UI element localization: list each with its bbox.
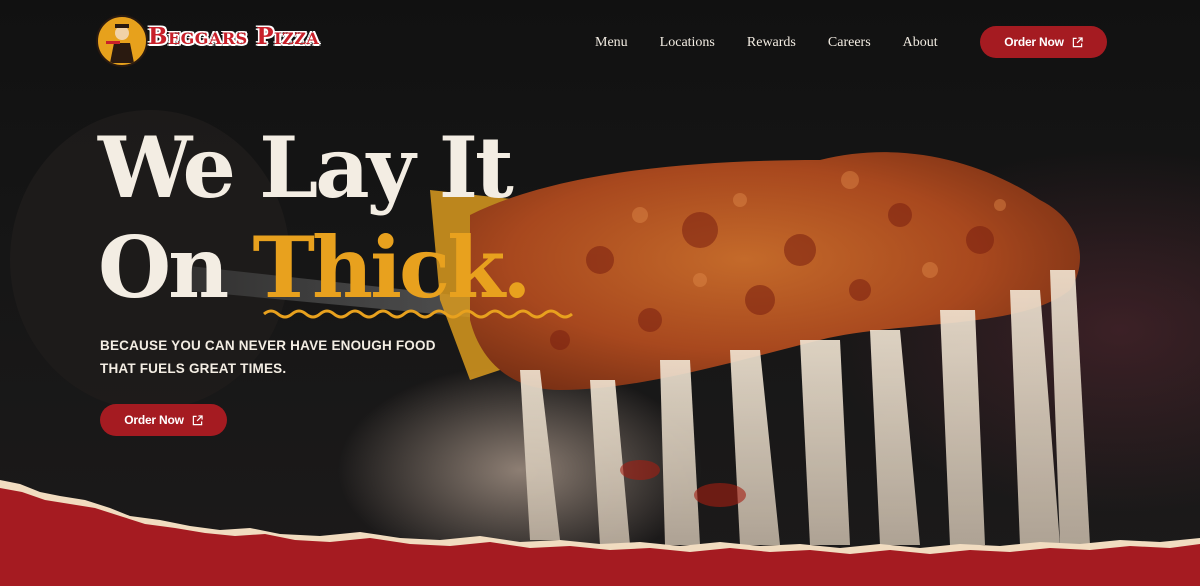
headline-accent: Thick. — [252, 218, 532, 317]
nav-link-menu[interactable]: Menu — [595, 35, 628, 51]
headline-line-1: We Lay It — [98, 118, 514, 217]
nav-link-rewards[interactable]: Rewards — [747, 35, 796, 51]
hero-tagline: Because you can never have enough food t… — [100, 338, 436, 376]
nav-order-now-button[interactable]: Order Now — [980, 26, 1107, 58]
nav-order-now-label: Order Now — [1004, 35, 1064, 49]
nav-link-careers[interactable]: Careers — [828, 35, 871, 51]
nav-link-locations[interactable]: Locations — [660, 35, 715, 51]
hero-order-now-label: Order Now — [124, 413, 184, 427]
hero-order-now-button[interactable]: Order Now — [100, 404, 227, 436]
hero-section: Beggars Pizza Menu Locations Rewards Car… — [0, 0, 1200, 586]
headline-prefix: On — [98, 218, 253, 317]
torn-paper-divider — [0, 480, 1200, 586]
external-link-icon — [192, 414, 203, 425]
nav-link-about[interactable]: About — [903, 35, 938, 51]
squiggle-underline — [263, 309, 573, 319]
headline-line-2: On Thick. — [98, 218, 532, 318]
logo-wordmark: Beggars Pizza — [148, 23, 320, 50]
mascot-icon — [96, 15, 148, 67]
external-link-icon — [1072, 36, 1083, 47]
logo[interactable]: Beggars Pizza — [96, 15, 346, 69]
main-nav: Menu Locations Rewards Careers About — [595, 35, 970, 51]
